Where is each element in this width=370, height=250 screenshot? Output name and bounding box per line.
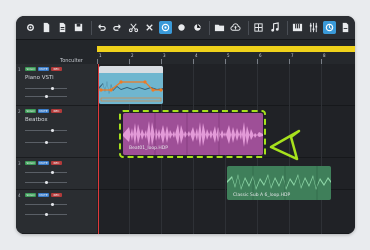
ruler-label: 1 <box>99 53 102 58</box>
open-file-icon[interactable] <box>56 21 69 34</box>
toolbar-divider <box>90 20 92 35</box>
tempo-icon[interactable] <box>323 21 337 34</box>
solo-button[interactable]: SOLO <box>25 109 36 113</box>
toolbar-divider <box>209 20 211 35</box>
slider-knob[interactable] <box>45 181 48 184</box>
track-header-2[interactable]: 2 SOLO MUTE REC Beatbox <box>16 106 97 158</box>
cloud-upload-icon[interactable] <box>229 21 242 34</box>
ruler-label: 5 <box>227 53 230 58</box>
ruler-label: 8 <box>323 53 326 58</box>
clip-waveform <box>99 73 163 104</box>
pan-slider[interactable] <box>25 213 67 216</box>
mute-button[interactable]: MUTE <box>38 161 49 165</box>
save-icon[interactable] <box>72 21 85 34</box>
ruler-label: 7 <box>291 53 294 58</box>
mute-button[interactable]: MUTE <box>38 67 49 71</box>
track-number: 1 <box>18 67 21 72</box>
pointer-cursor-icon <box>269 129 301 161</box>
redo-icon[interactable] <box>111 21 124 34</box>
track-number: 3 <box>18 161 21 166</box>
folder-icon[interactable] <box>213 21 226 34</box>
slider-knob[interactable] <box>51 171 54 174</box>
track-header-3[interactable]: 3 SOLO MUTE REC <box>16 158 97 190</box>
record-arm-button[interactable]: REC <box>51 193 62 197</box>
track-name[interactable]: Piano VSTi <box>25 75 54 81</box>
mixer-icon[interactable] <box>307 21 320 34</box>
mute-button[interactable]: MUTE <box>38 193 49 197</box>
ruler-label: 4 <box>195 53 198 58</box>
ruler-label: 3 <box>163 53 166 58</box>
track-buttons: SOLO MUTE REC <box>25 109 62 113</box>
slider-knob[interactable] <box>45 141 48 144</box>
track-header-4[interactable]: 4 SOLO MUTE REC <box>16 190 97 234</box>
pan-slider[interactable] <box>25 181 67 184</box>
clip-classic-sub[interactable]: Classic Sub A 6_loop.HDP <box>227 166 331 200</box>
solo-button[interactable]: SOLO <box>25 161 36 165</box>
delete-icon[interactable] <box>143 21 156 34</box>
ruler-label: 6 <box>259 53 262 58</box>
clip-label: Classic Sub A 6_loop.HDP <box>233 193 291 198</box>
gear-icon[interactable] <box>24 21 37 34</box>
target-icon[interactable] <box>158 21 172 34</box>
solo-button[interactable]: SOLO <box>25 193 36 197</box>
track-buttons: SOLO MUTE REC <box>25 161 62 165</box>
playhead[interactable] <box>98 64 99 234</box>
grid-icon[interactable] <box>252 21 265 34</box>
track-header-1[interactable]: 1 SOLO MUTE REC Piano VSTi <box>16 64 97 106</box>
loop-icon[interactable] <box>191 21 204 34</box>
record-arm-button[interactable]: REC <box>51 67 62 71</box>
export-icon[interactable] <box>339 21 352 34</box>
mute-button[interactable]: MUTE <box>38 109 49 113</box>
volume-slider[interactable] <box>25 87 67 90</box>
music-note-icon[interactable] <box>268 21 281 34</box>
volume-slider[interactable] <box>25 129 67 132</box>
track-header-area <box>16 40 97 64</box>
track-buttons: SOLO MUTE REC <box>25 193 62 197</box>
volume-slider[interactable] <box>25 203 67 206</box>
volume-slider[interactable] <box>25 171 67 174</box>
undo-icon[interactable] <box>95 21 108 34</box>
piano-icon[interactable] <box>291 21 304 34</box>
selection-highlight <box>119 110 266 158</box>
slider-knob[interactable] <box>51 129 54 132</box>
clip-piano[interactable] <box>99 66 163 104</box>
window-frame: Tonculter 1 2 3 4 5 6 7 8 1 SOLO MUTE RE… <box>16 16 355 234</box>
grid-line <box>321 64 322 234</box>
toolbar <box>16 16 355 40</box>
track-number: 4 <box>18 193 21 198</box>
scissors-icon[interactable] <box>127 21 140 34</box>
pan-slider[interactable] <box>25 95 67 98</box>
track-name[interactable]: Beatbox <box>25 117 48 123</box>
clip-header <box>99 66 163 73</box>
record-icon[interactable] <box>175 21 188 34</box>
pan-slider[interactable] <box>25 141 67 144</box>
timeline-ruler[interactable]: 1 2 3 4 5 6 7 8 <box>97 52 355 64</box>
ruler-label: 2 <box>131 53 134 58</box>
track-number: 2 <box>18 109 21 114</box>
record-arm-button[interactable]: REC <box>51 109 62 113</box>
slider-knob[interactable] <box>51 203 54 206</box>
toolbar-divider <box>248 20 250 35</box>
track-buttons: SOLO MUTE REC <box>25 67 62 71</box>
solo-button[interactable]: SOLO <box>25 67 36 71</box>
slider-knob[interactable] <box>45 213 48 216</box>
slider-knob[interactable] <box>45 95 48 98</box>
record-arm-button[interactable]: REC <box>51 161 62 165</box>
toolbar-divider <box>287 20 289 35</box>
slider-knob[interactable] <box>51 87 54 90</box>
new-file-icon[interactable] <box>40 21 53 34</box>
